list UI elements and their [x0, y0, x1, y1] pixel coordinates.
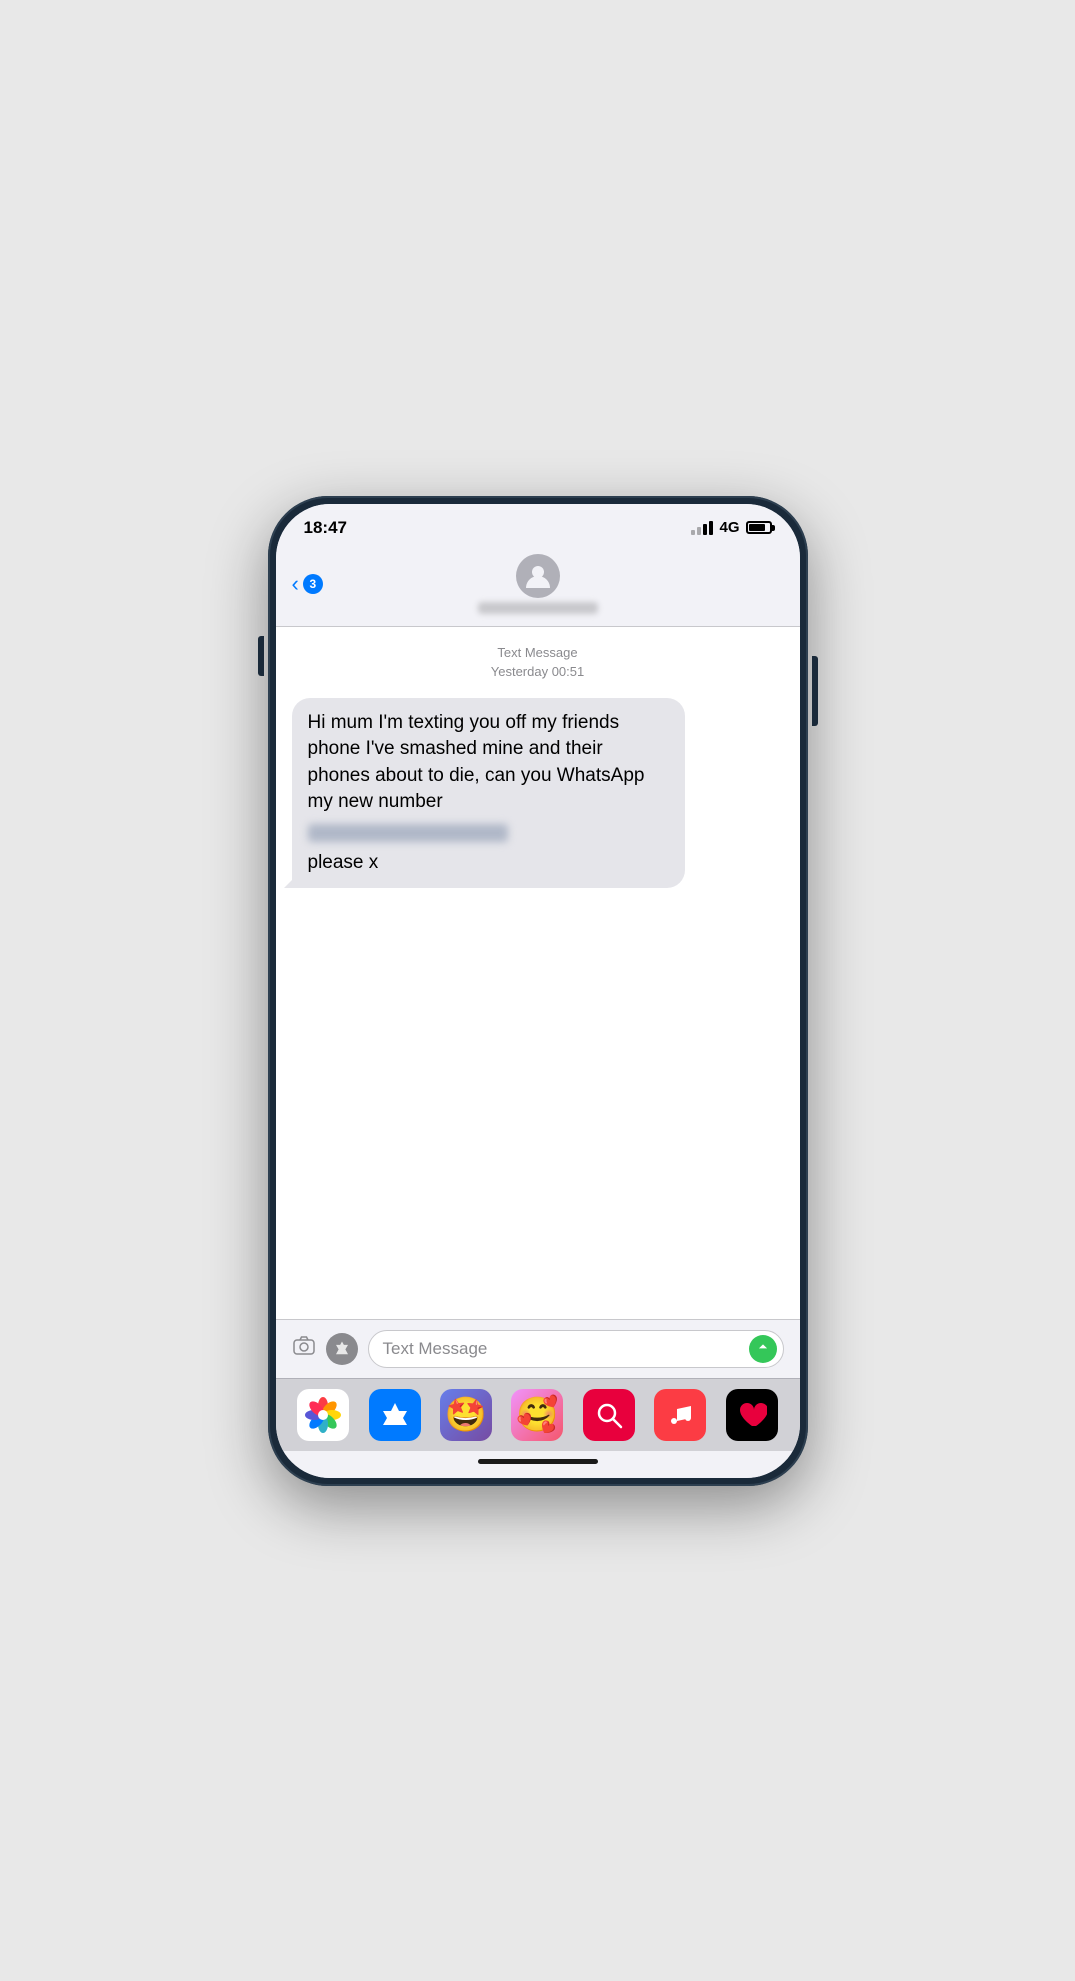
- dock-icon-photos[interactable]: [297, 1389, 349, 1441]
- message-postscript: please x: [308, 850, 670, 877]
- message-body: Hi mum I'm texting you off my friends ph…: [308, 710, 670, 816]
- dock-icon-sunglasses-memoji[interactable]: 🥰: [511, 1389, 563, 1441]
- appstore-button[interactable]: [326, 1333, 358, 1365]
- battery-icon: [746, 521, 772, 534]
- message-source: Text Message: [292, 643, 784, 663]
- status-bar: 18:47 4G: [276, 504, 800, 546]
- message-input-container: Text Message: [368, 1330, 784, 1368]
- message-bubble: Hi mum I'm texting you off my friends ph…: [292, 698, 686, 889]
- sunglasses-emoji: 🥰: [516, 1395, 558, 1435]
- search-icon: [594, 1400, 624, 1430]
- appstore-icon: [333, 1340, 351, 1358]
- dock-icon-appstore[interactable]: [369, 1389, 421, 1441]
- memoji-emoji: 🤩: [445, 1395, 487, 1435]
- contact-info: [478, 554, 598, 614]
- appstore-store-icon: [379, 1399, 411, 1431]
- dock-icon-music[interactable]: [654, 1389, 706, 1441]
- signal-bar-2: [697, 527, 701, 535]
- photos-icon: [304, 1396, 342, 1434]
- music-icon: [666, 1401, 694, 1429]
- back-button[interactable]: ‹ 3: [292, 573, 323, 595]
- contact-avatar: [516, 554, 560, 598]
- status-right: 4G: [691, 519, 771, 536]
- send-button[interactable]: [749, 1335, 777, 1363]
- phone-screen: 18:47 4G ‹ 3: [276, 504, 800, 1478]
- nav-header: ‹ 3: [276, 546, 800, 627]
- heart-icon: [737, 1400, 767, 1430]
- dock-icon-memoji[interactable]: 🤩: [440, 1389, 492, 1441]
- dock-icon-search[interactable]: [583, 1389, 635, 1441]
- messages-area: Text Message Yesterday 00:51 Hi mum I'm …: [276, 627, 800, 1319]
- arrow-up-icon: [756, 1342, 770, 1356]
- home-indicator: [276, 1451, 800, 1478]
- network-type: 4G: [719, 519, 739, 536]
- phone-frame: 18:47 4G ‹ 3: [268, 496, 808, 1486]
- dock-icon-heart-app[interactable]: [726, 1389, 778, 1441]
- message-timestamp: Yesterday 00:51: [292, 662, 784, 682]
- blurred-phone-number: [308, 824, 508, 842]
- message-container: Hi mum I'm texting you off my friends ph…: [292, 698, 784, 889]
- chevron-left-icon: ‹: [292, 573, 299, 595]
- input-area: Text Message: [276, 1319, 800, 1378]
- camera-button[interactable]: [292, 1334, 316, 1364]
- signal-bar-1: [691, 530, 695, 535]
- dock: 🤩 🥰: [276, 1378, 800, 1451]
- battery-fill: [749, 524, 765, 531]
- status-time: 18:47: [304, 518, 347, 538]
- signal-bar-4: [709, 521, 713, 535]
- message-input[interactable]: Text Message: [383, 1339, 488, 1359]
- signal-icon: [691, 521, 713, 535]
- message-meta: Text Message Yesterday 00:51: [292, 643, 784, 682]
- home-bar: [478, 1459, 598, 1464]
- person-icon: [522, 560, 554, 592]
- signal-bar-3: [703, 524, 707, 535]
- contact-name-blurred: [478, 602, 598, 614]
- back-badge: 3: [303, 574, 323, 594]
